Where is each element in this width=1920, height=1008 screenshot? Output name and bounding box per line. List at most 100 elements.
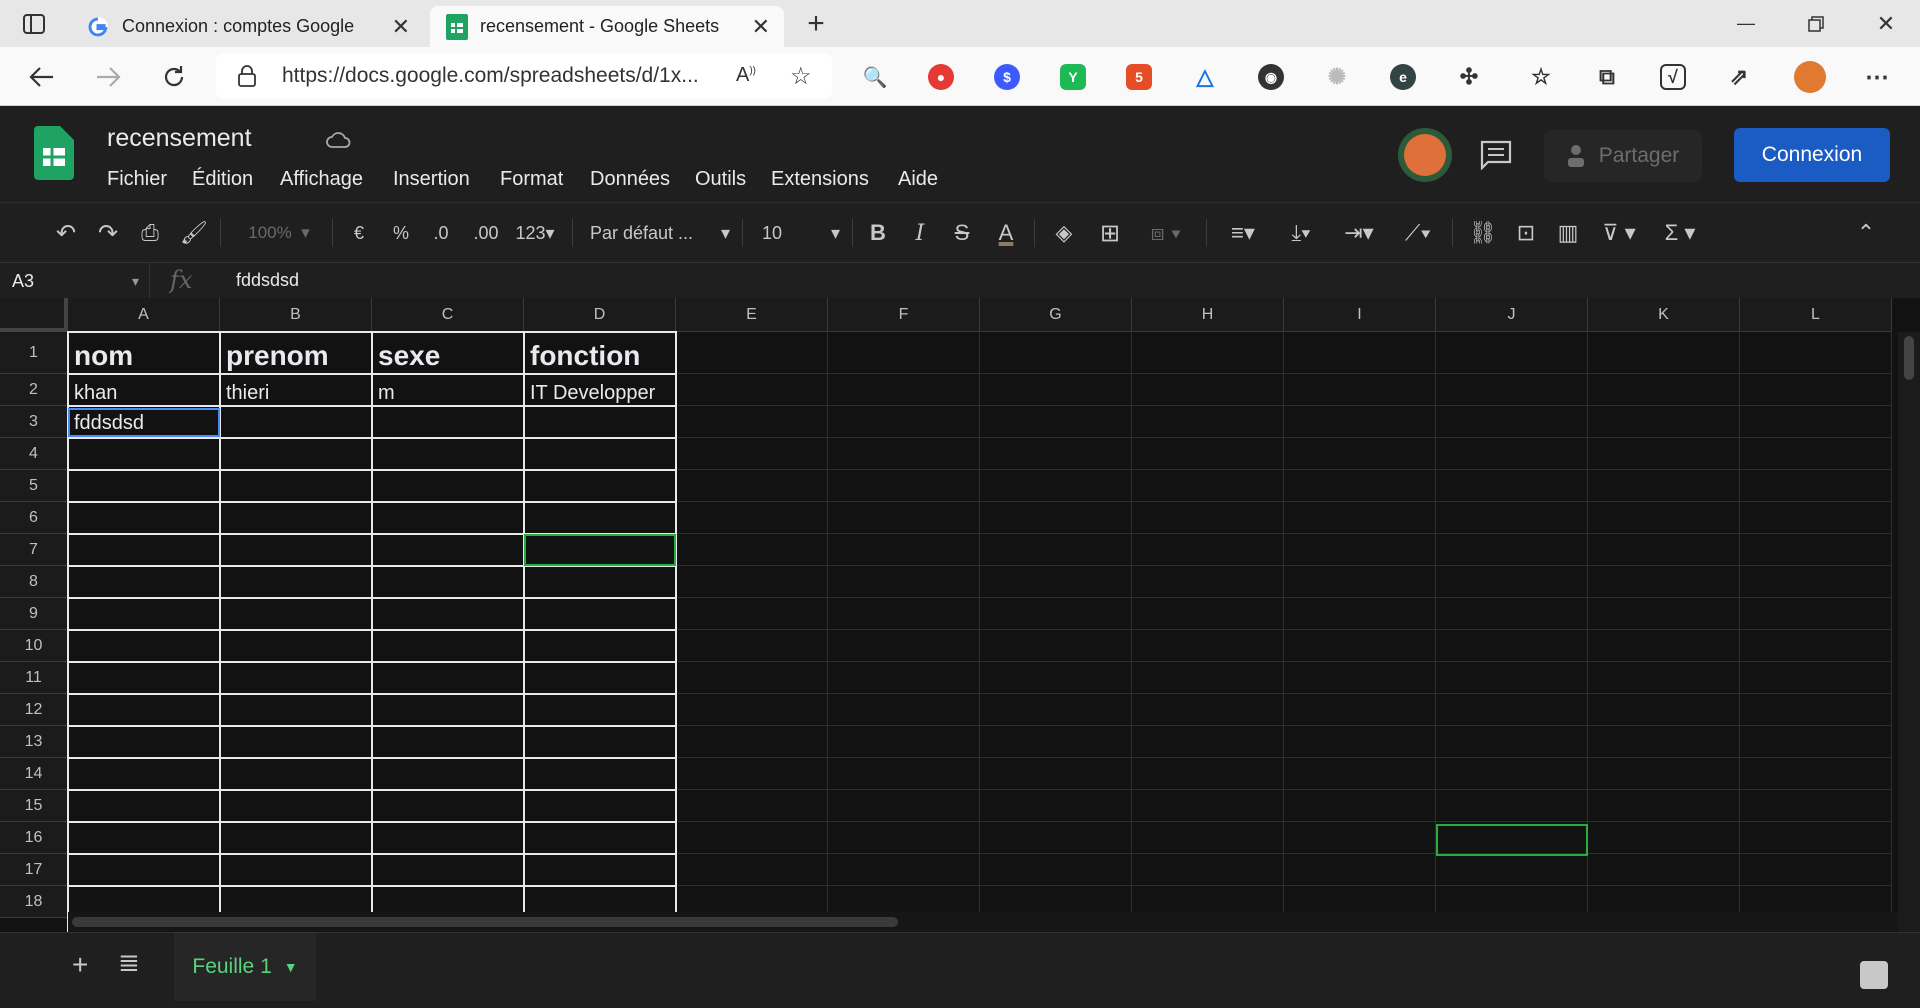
- column-header-H[interactable]: H: [1132, 298, 1284, 332]
- column-header-L[interactable]: L: [1740, 298, 1892, 332]
- read-aloud-icon[interactable]: A)): [736, 64, 756, 87]
- add-sheet-button[interactable]: +: [72, 949, 88, 981]
- column-header-A[interactable]: A: [68, 298, 220, 332]
- account-avatar[interactable]: [1398, 128, 1452, 182]
- tab-actions-button[interactable]: [6, 0, 62, 47]
- menu-extensions[interactable]: Extensions: [771, 168, 869, 191]
- text-wrap-icon[interactable]: ⇥▾: [1336, 217, 1382, 249]
- redo-icon[interactable]: ↷: [92, 217, 124, 249]
- all-sheets-button[interactable]: ≣: [118, 947, 140, 978]
- reload-button[interactable]: [154, 57, 194, 97]
- select-all-corner[interactable]: [0, 298, 68, 332]
- column-header-J[interactable]: J: [1436, 298, 1588, 332]
- row-header-4[interactable]: 4: [0, 438, 68, 470]
- insert-chart-icon[interactable]: ▥: [1552, 217, 1584, 249]
- search-extension-icon[interactable]: 🔍: [862, 64, 888, 90]
- share-icon[interactable]: ⇗: [1726, 64, 1752, 90]
- dollar-extension-icon[interactable]: $: [994, 64, 1020, 90]
- collapse-toolbar-icon[interactable]: ⌃: [1850, 217, 1882, 249]
- document-title[interactable]: recensement: [107, 124, 252, 153]
- number-format-select[interactable]: 123 ▾: [508, 217, 562, 249]
- close-icon[interactable]: ✕: [392, 14, 410, 40]
- fill-color-icon[interactable]: ◈: [1048, 217, 1080, 249]
- more-icon[interactable]: ⋯: [1864, 64, 1890, 91]
- horizontal-scrollbar-thumb[interactable]: [72, 917, 898, 927]
- explore-icon[interactable]: [1860, 961, 1888, 989]
- row-header-2[interactable]: 2: [0, 374, 68, 406]
- column-header-E[interactable]: E: [676, 298, 828, 332]
- restore-button[interactable]: [1786, 0, 1846, 47]
- strikethrough-icon[interactable]: S: [948, 217, 976, 249]
- borders-icon[interactable]: ⊞: [1094, 217, 1126, 249]
- column-header-G[interactable]: G: [980, 298, 1132, 332]
- row-header-16[interactable]: 16: [0, 822, 68, 854]
- insert-comment-icon[interactable]: ⊡: [1510, 217, 1542, 249]
- row-header-3[interactable]: 3: [0, 406, 68, 438]
- print-icon[interactable]: ⎙: [134, 217, 166, 249]
- row-header-18[interactable]: 18: [0, 886, 68, 918]
- bold-icon[interactable]: B: [864, 217, 892, 249]
- minimize-button[interactable]: —: [1716, 0, 1776, 47]
- collections-icon[interactable]: ⧉: [1594, 64, 1620, 90]
- row-header-8[interactable]: 8: [0, 566, 68, 598]
- gear-extension-icon[interactable]: ✺: [1324, 64, 1350, 90]
- cell-A1[interactable]: nom: [74, 340, 133, 372]
- vertical-scrollbar-thumb[interactable]: [1904, 336, 1914, 380]
- menu-outils[interactable]: Outils: [695, 168, 746, 191]
- text-color-icon[interactable]: A: [990, 217, 1022, 249]
- text-rotation-icon[interactable]: ⟋▾: [1394, 217, 1442, 249]
- cell-A2[interactable]: khan: [74, 382, 117, 405]
- font-size-select[interactable]: 10 ▾: [762, 217, 840, 249]
- comments-icon[interactable]: [1480, 140, 1512, 170]
- puzzle-extension-icon[interactable]: ✣: [1456, 64, 1482, 90]
- sheet-tab-feuille1[interactable]: Feuille 1 ▼: [174, 933, 316, 1001]
- column-header-B[interactable]: B: [220, 298, 372, 332]
- row-header-17[interactable]: 17: [0, 854, 68, 886]
- menu-donnees[interactable]: Données: [590, 168, 670, 191]
- insert-link-icon[interactable]: ⛓: [1466, 217, 1500, 249]
- row-header-14[interactable]: 14: [0, 758, 68, 790]
- menu-aide[interactable]: Aide: [898, 168, 938, 191]
- cell-D1[interactable]: fonction: [530, 340, 640, 372]
- horizontal-align-icon[interactable]: ≡▾: [1220, 217, 1266, 249]
- paint-format-icon[interactable]: 🖌: [178, 217, 210, 249]
- row-header-11[interactable]: 11: [0, 662, 68, 694]
- vertical-align-icon[interactable]: ⤓▾: [1278, 217, 1324, 249]
- vertical-scrollbar[interactable]: [1898, 332, 1920, 932]
- column-header-C[interactable]: C: [372, 298, 524, 332]
- menu-format[interactable]: Format: [500, 168, 563, 191]
- font-family-select[interactable]: Par défaut ... ▾: [590, 217, 730, 249]
- italic-icon[interactable]: I: [906, 217, 934, 249]
- e-extension-icon[interactable]: e: [1390, 64, 1416, 90]
- menu-affichage[interactable]: Affichage: [280, 168, 363, 191]
- cell-C2[interactable]: m: [378, 382, 395, 405]
- row-header-1[interactable]: 1: [0, 332, 68, 374]
- row-header-10[interactable]: 10: [0, 630, 68, 662]
- horizontal-scrollbar[interactable]: [68, 912, 1898, 932]
- forward-button[interactable]: [88, 57, 128, 97]
- percent-format-button[interactable]: %: [388, 217, 414, 249]
- sheets-logo-icon[interactable]: [34, 126, 74, 180]
- drive-extension-icon[interactable]: △: [1192, 64, 1218, 90]
- column-header-F[interactable]: F: [828, 298, 980, 332]
- increase-decimal-button[interactable]: .00: [468, 217, 504, 249]
- location-extension-icon[interactable]: ●: [928, 64, 954, 90]
- menu-insertion[interactable]: Insertion: [393, 168, 470, 191]
- undo-icon[interactable]: ↶: [50, 217, 82, 249]
- cloud-saved-icon[interactable]: [325, 130, 351, 150]
- html5-extension-icon[interactable]: 5: [1126, 64, 1152, 90]
- favorites-icon[interactable]: ☆: [1528, 64, 1554, 90]
- row-header-15[interactable]: 15: [0, 790, 68, 822]
- currency-format-button[interactable]: €: [346, 217, 372, 249]
- column-header-K[interactable]: K: [1588, 298, 1740, 332]
- row-header-6[interactable]: 6: [0, 502, 68, 534]
- functions-icon[interactable]: Σ ▾: [1656, 217, 1704, 249]
- login-button[interactable]: Connexion: [1734, 128, 1890, 182]
- spreadsheet-grid[interactable]: ABCDEFGHIJKL 1 2 3 4 5 6 7 8 9 10 11 12 13 14 15 16 17 18…: [0, 298, 1920, 932]
- new-tab-button[interactable]: +: [786, 0, 846, 47]
- browser-tab-sheets[interactable]: recensement - Google Sheets ✕: [430, 6, 784, 47]
- y-extension-icon[interactable]: Y: [1060, 64, 1086, 90]
- cell-C1[interactable]: sexe: [378, 340, 440, 372]
- math-solver-icon[interactable]: √: [1660, 64, 1686, 90]
- merge-cells-icon[interactable]: ⧈ ▾: [1136, 217, 1196, 249]
